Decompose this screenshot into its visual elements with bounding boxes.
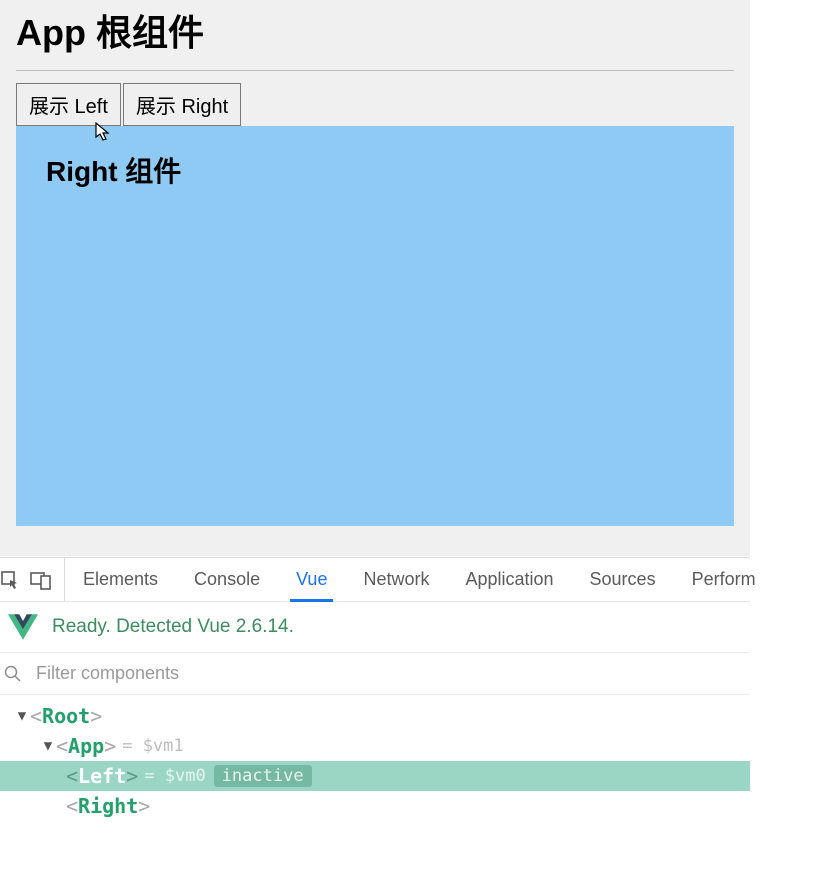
- component-tree: ▼ <Root> ▼ <App> = $vm1 <Left> = $vm0 in…: [0, 695, 750, 821]
- search-icon: [4, 665, 22, 683]
- tree-row-app[interactable]: ▼ <App> = $vm1: [0, 731, 750, 761]
- tree-tag-app: App: [68, 734, 104, 758]
- tab-application[interactable]: Application: [447, 558, 571, 601]
- tree-tag-root: Root: [42, 704, 90, 728]
- tab-vue[interactable]: Vue: [278, 558, 345, 601]
- devtools-icon-group: [0, 558, 65, 601]
- caret-down-icon[interactable]: ▼: [40, 738, 56, 754]
- tree-vm-left: = $vm0: [144, 766, 205, 786]
- vue-status-text: Ready. Detected Vue 2.6.14.: [52, 616, 294, 638]
- show-right-button[interactable]: 展示 Right: [123, 83, 241, 126]
- app-viewport: App 根组件 展示 Left 展示 Right Right 组件: [0, 0, 750, 556]
- show-left-button[interactable]: 展示 Left: [16, 83, 121, 126]
- app-title: App 根组件: [16, 0, 734, 70]
- tab-sources[interactable]: Sources: [572, 558, 674, 601]
- vue-status-bar: Ready. Detected Vue 2.6.14.: [0, 602, 750, 653]
- tab-elements[interactable]: Elements: [65, 558, 176, 601]
- tree-row-right[interactable]: <Right>: [0, 791, 750, 821]
- button-row: 展示 Left 展示 Right: [16, 83, 734, 126]
- tree-tag-right: Right: [78, 794, 138, 818]
- inactive-badge: inactive: [214, 765, 312, 787]
- devtools-panel: Elements Console Vue Network Application…: [0, 557, 750, 821]
- tree-vm-app: = $vm1: [122, 736, 183, 756]
- caret-down-icon[interactable]: ▼: [14, 708, 30, 724]
- device-toggle-icon[interactable]: [30, 570, 52, 590]
- inspect-icon[interactable]: [0, 570, 20, 590]
- tab-network[interactable]: Network: [345, 558, 447, 601]
- devtools-tabs: Elements Console Vue Network Application…: [0, 558, 750, 602]
- divider: [16, 70, 734, 71]
- tree-row-left[interactable]: <Left> = $vm0 inactive: [0, 761, 750, 791]
- vue-logo-icon: [8, 614, 38, 640]
- filter-row: [0, 653, 750, 695]
- tab-performance[interactable]: Perform: [674, 558, 774, 601]
- component-title: Right 组件: [46, 150, 704, 190]
- tree-row-root[interactable]: ▼ <Root>: [0, 701, 750, 731]
- filter-components-input[interactable]: [36, 663, 746, 684]
- tree-tag-left: Left: [78, 764, 126, 788]
- component-box: Right 组件: [16, 126, 734, 526]
- tab-console[interactable]: Console: [176, 558, 278, 601]
